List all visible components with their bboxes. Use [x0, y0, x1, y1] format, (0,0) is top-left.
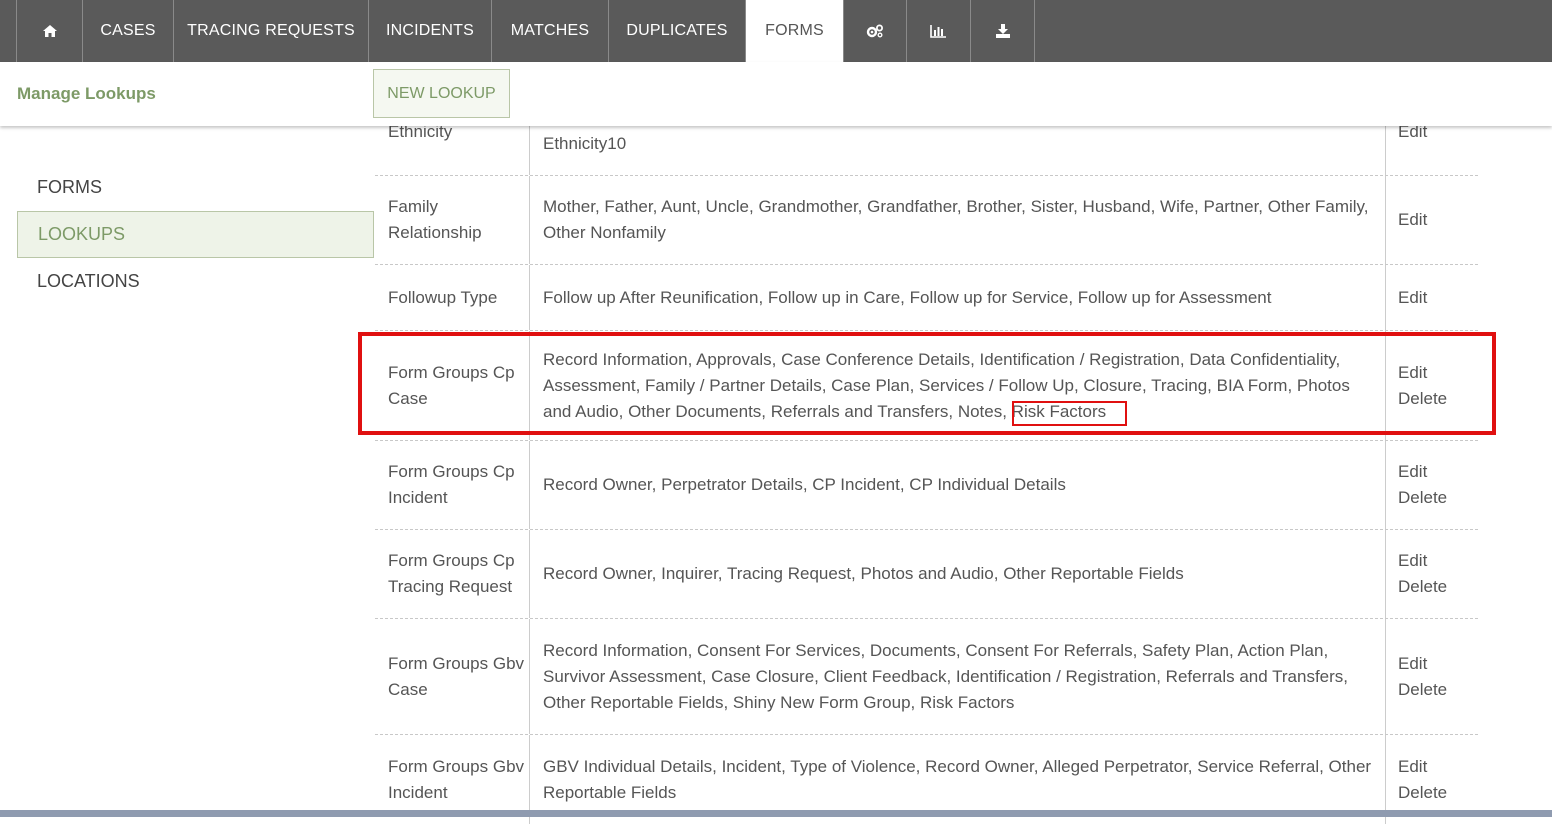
- sidebar-item-label: FORMS: [37, 177, 102, 197]
- lookup-name: Followup Type: [375, 265, 530, 330]
- nav-settings[interactable]: [843, 0, 907, 62]
- sidebar-item-locations[interactable]: LOCATIONS: [17, 258, 374, 305]
- lookup-values: Follow up After Reunification, Follow up…: [530, 265, 1386, 330]
- nav-incidents[interactable]: INCIDENTS: [369, 0, 492, 62]
- lookup-values: Mother, Father, Aunt, Uncle, Grandmother…: [530, 176, 1386, 264]
- lookup-name-text: Form Groups Gbv Incident: [388, 756, 525, 802]
- lookup-actions: Edit Delete: [1386, 441, 1478, 529]
- delete-link[interactable]: Delete: [1398, 780, 1447, 806]
- lookup-values-text: Ethnicity10: [543, 134, 627, 153]
- nav-forms-label: FORMS: [765, 22, 824, 39]
- lookup-values-text: GBV Individual Details, Incident, Type o…: [543, 756, 1372, 802]
- delete-link[interactable]: Delete: [1398, 677, 1447, 703]
- bar-chart-icon: [930, 24, 947, 38]
- highlight-box-row: [358, 332, 1496, 435]
- edit-link[interactable]: Edit: [1398, 207, 1427, 233]
- highlight-box-risk-factors: [1012, 401, 1127, 426]
- lookup-name: Form Groups Cp Incident: [375, 441, 530, 529]
- new-lookup-button[interactable]: NEW LOOKUP: [373, 69, 510, 118]
- table-row: Form Groups Cp Tracing Request Record Ow…: [375, 530, 1478, 619]
- nav-tracing-requests[interactable]: TRACING REQUESTS: [174, 0, 369, 62]
- sidebar-item-forms[interactable]: FORMS: [17, 164, 374, 211]
- nav-cases-label: CASES: [100, 22, 156, 39]
- edit-link[interactable]: Edit: [1398, 754, 1427, 780]
- lookup-name-text: Family Relationship: [388, 197, 482, 242]
- nav-cases[interactable]: CASES: [83, 0, 174, 62]
- lookup-name: Form Groups Cp Tracing Request: [375, 530, 530, 618]
- lookup-name: Family Relationship: [375, 176, 530, 264]
- nav-matches[interactable]: MATCHES: [492, 0, 609, 62]
- edit-link[interactable]: Edit: [1398, 285, 1427, 311]
- lookup-values-text: Follow up After Reunification, Follow up…: [543, 287, 1272, 307]
- sidebar: FORMS LOOKUPS LOCATIONS: [17, 164, 374, 305]
- lookup-actions: Edit: [1386, 265, 1478, 330]
- download-icon: [995, 24, 1011, 38]
- page-title: Manage Lookups: [17, 84, 156, 103]
- nav-duplicates-label: DUPLICATES: [626, 22, 728, 39]
- lookup-actions: Edit: [1386, 176, 1478, 264]
- edit-link[interactable]: Edit: [1398, 548, 1427, 574]
- lookup-values-text: Record Owner, Inquirer, Tracing Request,…: [543, 564, 1184, 583]
- edit-link[interactable]: Edit: [1398, 459, 1427, 485]
- lookup-name: Form Groups Gbv Case: [375, 619, 530, 734]
- table-row: Form Groups Gbv Case Record Information,…: [375, 619, 1478, 735]
- bottom-scroll-bar: [0, 810, 1552, 817]
- table-row: Followup Type Follow up After Reunificat…: [375, 265, 1478, 331]
- delete-link[interactable]: Delete: [1398, 485, 1447, 511]
- lookup-actions: Edit Delete: [1386, 619, 1478, 734]
- lookup-name-text: Form Groups Cp Incident: [388, 462, 515, 507]
- delete-link[interactable]: Delete: [1398, 574, 1447, 600]
- lookup-values-text: Record Information, Consent For Services…: [543, 640, 1349, 712]
- table-row: Form Groups Cp Incident Record Owner, Pe…: [375, 441, 1478, 530]
- nav-home[interactable]: [16, 0, 83, 62]
- nav-export[interactable]: [971, 0, 1035, 62]
- nav-tracing-requests-label: TRACING REQUESTS: [187, 22, 355, 39]
- nav-forms[interactable]: FORMS: [746, 0, 843, 62]
- page-header: Manage Lookups NEW LOOKUP: [0, 62, 1552, 126]
- lookup-values: Record Information, Consent For Services…: [530, 619, 1386, 734]
- lookup-name-text: Form Groups Cp Tracing Request: [388, 551, 515, 596]
- lookup-values: Record Owner, Inquirer, Tracing Request,…: [530, 530, 1386, 618]
- nav-incidents-label: INCIDENTS: [385, 22, 475, 39]
- edit-link[interactable]: Edit: [1398, 651, 1427, 677]
- gears-icon: [866, 24, 884, 38]
- nav-duplicates[interactable]: DUPLICATES: [609, 0, 746, 62]
- lookup-name-text: Followup Type: [388, 287, 498, 307]
- lookup-values: Record Owner, Perpetrator Details, CP In…: [530, 441, 1386, 529]
- nav-reports[interactable]: [907, 0, 971, 62]
- lookup-name-text: Form Groups Gbv Case: [388, 653, 525, 699]
- sidebar-item-label: LOCATIONS: [37, 271, 140, 291]
- nav-matches-label: MATCHES: [510, 22, 590, 39]
- top-navigation: CASES TRACING REQUESTS INCIDENTS MATCHES…: [0, 0, 1552, 62]
- sidebar-item-lookups[interactable]: LOOKUPS: [17, 211, 374, 258]
- lookup-actions: Edit Delete: [1386, 530, 1478, 618]
- home-icon: [42, 24, 58, 38]
- lookup-values-text: Mother, Father, Aunt, Uncle, Grandmother…: [543, 197, 1369, 242]
- table-row: Family Relationship Mother, Father, Aunt…: [375, 176, 1478, 265]
- lookup-values-text: Record Owner, Perpetrator Details, CP In…: [543, 475, 1066, 494]
- sidebar-item-label: LOOKUPS: [38, 224, 126, 244]
